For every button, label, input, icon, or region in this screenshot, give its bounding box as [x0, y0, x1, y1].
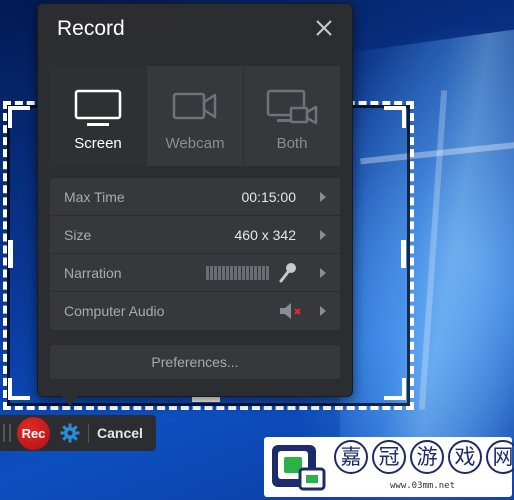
- microphone-icon: [279, 263, 296, 283]
- close-icon: [316, 20, 332, 36]
- record-mode-group: Screen Webcam Both: [50, 66, 340, 166]
- resize-handle-top-left[interactable]: [8, 106, 30, 128]
- setting-max-time[interactable]: Max Time 00:15:00: [50, 178, 340, 216]
- panel-title: Record: [57, 17, 125, 40]
- webcam-icon: [172, 92, 217, 120]
- close-button[interactable]: [312, 16, 336, 40]
- mode-webcam-button[interactable]: Webcam: [147, 66, 244, 166]
- watermark-char: 游: [410, 440, 444, 474]
- cancel-button[interactable]: Cancel: [97, 425, 143, 441]
- resize-handle-bottom[interactable]: [192, 397, 220, 402]
- mode-webcam-label: Webcam: [165, 135, 225, 152]
- mode-both-label: Both: [276, 135, 308, 152]
- preferences-button[interactable]: Preferences...: [50, 345, 340, 379]
- resize-handle-top-right[interactable]: [384, 106, 406, 128]
- audio-level-meter: [206, 266, 269, 280]
- watermark-char: 冠: [372, 440, 406, 474]
- resize-handle-bottom-left[interactable]: [8, 378, 30, 400]
- mode-both-button[interactable]: Both: [244, 66, 340, 166]
- gear-icon: [60, 423, 80, 443]
- mode-screen-label: Screen: [74, 135, 122, 152]
- watermark-char: 戏: [448, 440, 482, 474]
- setting-size[interactable]: Size 460 x 342: [50, 216, 340, 254]
- toolbar-divider: [88, 424, 89, 443]
- chevron-right-icon: [320, 230, 326, 240]
- settings-button[interactable]: [60, 423, 80, 448]
- setting-label: Computer Audio: [64, 303, 165, 319]
- resize-handle-right[interactable]: [401, 240, 406, 268]
- setting-label: Max Time: [64, 189, 125, 205]
- panel-pointer: [60, 394, 80, 406]
- setting-value: 460 x 342: [234, 227, 297, 243]
- chevron-right-icon: [320, 268, 326, 278]
- watermark-url: www.03mm.net: [390, 481, 456, 491]
- watermark-char: 嘉: [334, 440, 368, 474]
- watermark-chars: 嘉 冠 游 戏 网: [334, 440, 514, 474]
- resize-handle-bottom-right[interactable]: [384, 378, 406, 400]
- setting-narration[interactable]: Narration: [50, 254, 340, 292]
- recording-toolbar: Rec Cancel: [0, 415, 156, 451]
- setting-label: Narration: [64, 265, 122, 281]
- drag-grip-icon[interactable]: [3, 424, 11, 442]
- site-logo-icon: [272, 445, 326, 491]
- panel-header: Record: [38, 4, 352, 52]
- setting-label: Size: [64, 227, 92, 243]
- chevron-right-icon: [320, 192, 326, 202]
- monitor-icon: [74, 89, 122, 126]
- setting-computer-audio[interactable]: Computer Audio: [50, 292, 340, 330]
- speaker-muted-icon: [280, 303, 301, 319]
- chevron-right-icon: [320, 306, 326, 316]
- watermark-char: 网: [486, 440, 514, 474]
- record-panel: Record Screen Webcam Both Max Time 00:15…: [38, 4, 352, 396]
- mode-screen-button[interactable]: Screen: [50, 66, 147, 166]
- watermark-logo: 嘉 冠 游 戏 网 www.03mm.net: [264, 437, 514, 497]
- monitor-webcam-icon: [266, 89, 318, 125]
- rec-button[interactable]: Rec: [17, 417, 50, 450]
- settings-list: Max Time 00:15:00 Size 460 x 342 Narrati…: [50, 178, 340, 330]
- resize-handle-left[interactable]: [8, 240, 13, 268]
- setting-value: 00:15:00: [241, 189, 297, 205]
